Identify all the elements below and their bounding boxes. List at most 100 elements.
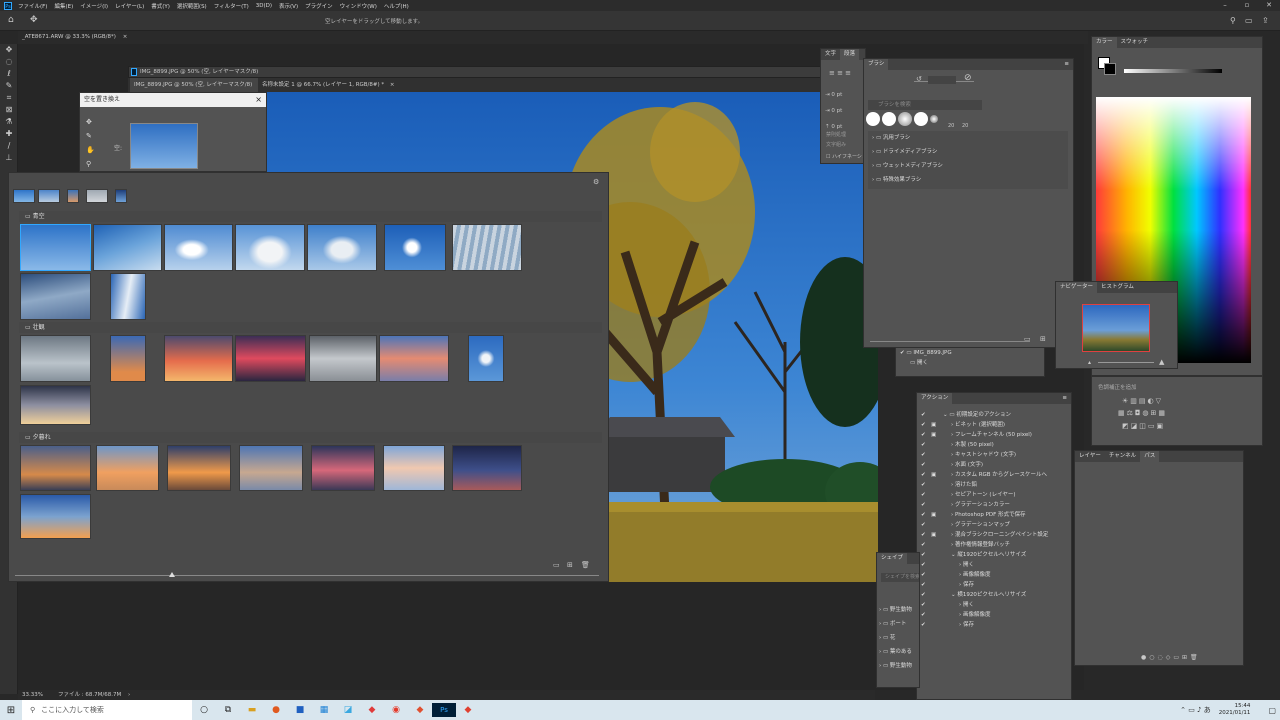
brush-edit-icon[interactable]: ⊘: [964, 73, 972, 83]
tab-paragraph[interactable]: 段落: [840, 49, 860, 60]
brush-angle-field[interactable]: [928, 76, 956, 84]
new-preset-icon[interactable]: ⊞: [567, 561, 573, 569]
search-icon[interactable]: ⚲: [1230, 16, 1236, 25]
space-before-value[interactable]: 0 pt: [831, 124, 842, 130]
sky-thumb[interactable]: [96, 445, 159, 491]
maximize-icon[interactable]: ▫: [1236, 0, 1258, 11]
action-dialog-icon[interactable]: ▣: [931, 530, 936, 540]
cortana-icon[interactable]: ○: [192, 705, 216, 715]
zoom-out-icon[interactable]: ▴: [1088, 359, 1091, 366]
background-color[interactable]: [1104, 63, 1116, 75]
sky-thumb[interactable]: [452, 224, 522, 271]
menu-view[interactable]: 表示(V): [279, 2, 298, 10]
action-item[interactable]: ✔ ▣ › フレームチャンネル (50 pixel): [917, 430, 1071, 440]
action-item[interactable]: ✔ › 保存: [917, 580, 1071, 590]
brush-tip[interactable]: [898, 112, 912, 126]
sky-thumb[interactable]: [164, 335, 233, 382]
sky-thumb[interactable]: [20, 273, 91, 320]
action-item[interactable]: ✔ ⌄ ▭ 初期設定のアクション: [917, 410, 1071, 420]
marquee-tool-icon[interactable]: ◌: [0, 56, 18, 68]
action-enabled-icon[interactable]: ✔: [921, 470, 926, 480]
workspace-icon[interactable]: ▭: [1245, 16, 1253, 25]
align-icons[interactable]: ≡ ≡ ≡: [829, 69, 851, 77]
shape-folder[interactable]: › ▭ ボート: [879, 617, 921, 631]
firefox-icon[interactable]: ●: [264, 705, 288, 715]
frame-tool-icon[interactable]: ⊠: [0, 104, 18, 116]
navigator-zoom-slider[interactable]: [1098, 362, 1154, 363]
menu-3d[interactable]: 3D(D): [256, 3, 272, 9]
action-item[interactable]: ✔ › 画像解像度: [917, 570, 1071, 580]
zoom-in-icon[interactable]: ▲: [1159, 358, 1164, 366]
panel-menu-icon[interactable]: ≡: [1060, 59, 1073, 70]
action-enabled-icon[interactable]: ✔: [921, 410, 926, 420]
paths-footer-icons[interactable]: ●○◌◇▭⊞🗑: [1141, 654, 1201, 661]
app-icon-red[interactable]: ◆: [360, 705, 384, 715]
stamp-tool-icon[interactable]: ⊥: [0, 152, 18, 164]
action-enabled-icon[interactable]: ✔: [921, 610, 926, 620]
action-item[interactable]: ✔ ▣ › Photoshop PDF 形式で保存: [917, 510, 1071, 520]
sky-thumb[interactable]: [110, 335, 146, 382]
indent-first-value[interactable]: 0 pt: [831, 108, 842, 114]
action-item[interactable]: ✔ › 溶けた鉛: [917, 480, 1071, 490]
action-enabled-icon[interactable]: ✔: [921, 440, 926, 450]
brush-tip[interactable]: [882, 112, 896, 126]
shape-folder[interactable]: › ▭ 野生動物: [879, 603, 921, 617]
notification-icon[interactable]: ▢: [1268, 706, 1276, 715]
sky-thumb[interactable]: [452, 445, 522, 491]
menu-plugins[interactable]: プラグイン: [305, 2, 333, 10]
recent-sky-3[interactable]: [67, 189, 79, 203]
action-enabled-icon[interactable]: ✔: [921, 540, 926, 550]
history-snapshot[interactable]: ✔ ▭ IMG_8899.JPG: [896, 348, 1044, 358]
recent-sky-2[interactable]: [38, 189, 60, 203]
action-item[interactable]: ✔ › 開く: [917, 600, 1071, 610]
zoom-level[interactable]: 33.33%: [22, 690, 43, 700]
action-item[interactable]: ✔ ▣ › 混合ブラシクローニングペイント設定: [917, 530, 1071, 540]
tab-character[interactable]: 文字: [821, 49, 840, 60]
category-spectacular[interactable]: ▭ 壮観: [19, 322, 602, 333]
sky-brush-icon[interactable]: ✎: [86, 129, 95, 143]
hand-tool-icon[interactable]: ✋: [86, 143, 95, 157]
sky-thumb[interactable]: [167, 445, 231, 491]
action-enabled-icon[interactable]: ✔: [921, 600, 926, 610]
photoshop-taskbar-icon[interactable]: Ps: [432, 703, 456, 717]
adjust-icons-row2[interactable]: ▦⚖◘◍⊞▦: [1118, 409, 1167, 417]
menu-help[interactable]: ヘルプ(H): [384, 2, 409, 10]
brush-tip[interactable]: [866, 112, 880, 126]
menu-window[interactable]: ウィンドウ(W): [340, 2, 377, 10]
action-enabled-icon[interactable]: ✔: [921, 530, 926, 540]
recent-sky-4[interactable]: [86, 189, 108, 203]
tab-shapes[interactable]: シェイプ: [877, 553, 908, 564]
move-tool-icon[interactable]: ✥: [86, 115, 95, 129]
thumbnail-size-slider[interactable]: [15, 575, 599, 576]
adjust-icons-row3[interactable]: ◩◪◫▭▣: [1122, 422, 1165, 430]
reset-icon[interactable]: ↺: [916, 75, 922, 83]
tab-doc3[interactable]: 名称未設定 1 @ 66.7% (レイヤー 1, RGB/8#) * ×: [258, 78, 399, 92]
brush-tip[interactable]: [930, 115, 938, 123]
sky-thumb[interactable]: [110, 273, 146, 320]
action-enabled-icon[interactable]: ✔: [921, 510, 926, 520]
action-item[interactable]: ✔ › 保存: [917, 620, 1071, 630]
sky-thumb[interactable]: [309, 335, 377, 382]
action-enabled-icon[interactable]: ✔: [921, 500, 926, 510]
move-tool-icon[interactable]: ✥: [0, 44, 18, 56]
action-enabled-icon[interactable]: ✔: [921, 570, 926, 580]
tab-color[interactable]: カラー: [1092, 37, 1117, 48]
shape-folder[interactable]: › ▭ 花: [879, 631, 921, 645]
sky-selector-thumb[interactable]: [130, 123, 198, 169]
sky-thumb[interactable]: [235, 224, 305, 271]
brush-folder[interactable]: › ▭ ドライメディアブラシ: [868, 145, 1068, 159]
new-brush-icon[interactable]: ⊞: [1040, 335, 1046, 343]
shape-folder[interactable]: › ▭ 葉のある: [879, 645, 921, 659]
brush-folder[interactable]: › ▭ 特殊効果ブラシ: [868, 173, 1068, 187]
action-dialog-icon[interactable]: ▣: [931, 420, 936, 430]
shape-folder[interactable]: › ▭ 野生動物: [879, 659, 921, 673]
sky-thumb[interactable]: [383, 445, 445, 491]
new-folder-icon[interactable]: ▭: [1024, 335, 1031, 343]
brush-preview-slider[interactable]: [870, 341, 1030, 342]
action-item[interactable]: ✔ › 水面 (文字): [917, 460, 1071, 470]
tab-brush[interactable]: ブラシ: [864, 59, 889, 70]
sky-thumb[interactable]: [239, 445, 303, 491]
menu-edit[interactable]: 編集(E): [54, 2, 73, 10]
tab-doc1-close-icon[interactable]: ×: [123, 34, 128, 40]
taskbar-search-box[interactable]: ⚲ ここに入力して検索: [22, 700, 192, 720]
